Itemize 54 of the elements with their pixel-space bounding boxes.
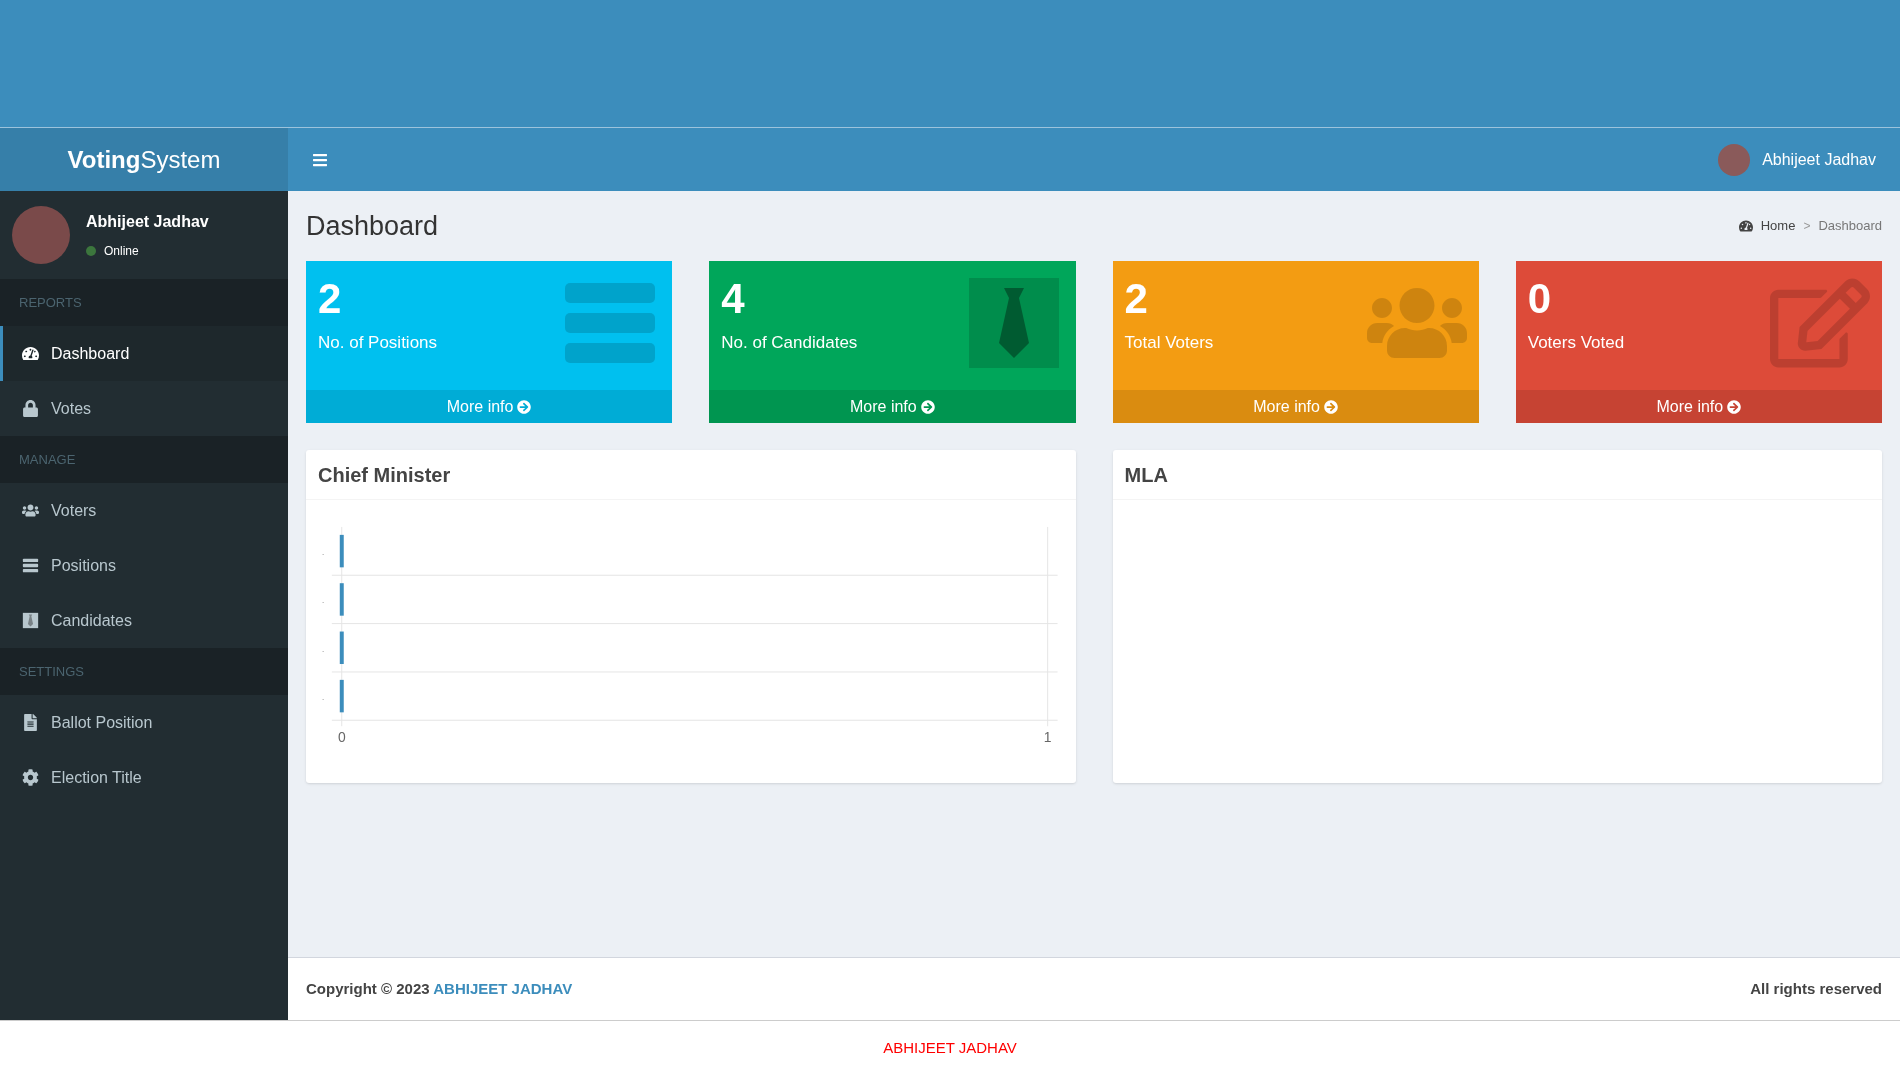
user-name: Abhijeet Jadhav	[86, 212, 209, 232]
stat-value: 0	[1527, 274, 1552, 324]
list-icon	[22, 557, 39, 574]
menu-icon	[312, 151, 328, 168]
section-header: MANAGE	[0, 436, 288, 483]
breadcrumb-home-link[interactable]: Home	[1738, 216, 1796, 236]
breadcrumb-separator: >	[1803, 218, 1811, 235]
category-label: .	[321, 693, 325, 703]
section-header: SETTINGS	[0, 648, 288, 695]
dashboard-icon	[1738, 219, 1753, 233]
panel-title: MLA	[1124, 462, 1168, 488]
bar	[339, 583, 344, 616]
sidebar-item[interactable]: Votes	[0, 381, 288, 436]
stat-value: 4	[721, 274, 745, 324]
users-icon	[22, 502, 39, 519]
stat-value: 2	[1124, 274, 1148, 324]
bar	[339, 631, 344, 664]
avatar	[1718, 143, 1751, 176]
sidebar-item[interactable]: Voters	[0, 483, 288, 538]
tick-label: 1	[1043, 729, 1052, 746]
more-info-link[interactable]: More info	[1515, 390, 1882, 423]
bar	[339, 534, 344, 568]
section-header: REPORTS	[0, 279, 288, 326]
stat-value: 2	[318, 274, 342, 324]
credit-text: ABHIJEET JADHAV	[883, 1038, 1017, 1058]
sidebar-item[interactable]: Positions	[0, 538, 288, 593]
more-info-link[interactable]: More info	[709, 390, 1076, 423]
status-label: Online	[86, 242, 209, 260]
category-label: .	[321, 644, 325, 654]
document-icon	[22, 714, 39, 731]
user-menu-button[interactable]: Abhijeet Jadhav	[1718, 143, 1884, 176]
breadcrumb-current: Dashboard	[1818, 217, 1882, 236]
settings-icon	[22, 769, 39, 786]
tie-icon	[22, 612, 39, 629]
sidebar-item[interactable]: Ballot Position	[0, 695, 288, 750]
page-title: Dashboard	[306, 209, 439, 243]
sidebar-item[interactable]: Election Title	[0, 750, 288, 805]
rights-text: All rights reserved	[1750, 978, 1882, 999]
author-link[interactable]: ABHIJEET JADHAV	[433, 979, 573, 997]
copyright-text: Copyright © 2023 ABHIJEET JADHAV	[306, 978, 573, 999]
sidebar-item[interactable]: Dashboard	[0, 326, 288, 381]
category-label: .	[321, 596, 325, 606]
stat-label: No. of Candidates	[721, 331, 858, 354]
stat-label: Total Voters	[1124, 331, 1214, 354]
stat-label: No. of Positions	[318, 331, 438, 354]
tick-label: 0	[337, 729, 346, 746]
panel-title: Chief Minister	[318, 462, 451, 488]
sidebar-item[interactable]: Candidates	[0, 593, 288, 648]
brand-logo[interactable]: VotingSystem	[0, 128, 288, 191]
lock-icon	[22, 400, 39, 417]
bar	[339, 679, 344, 713]
category-label: .	[321, 548, 325, 558]
stat-label: Voters Voted	[1527, 331, 1625, 354]
dashboard-icon	[22, 345, 39, 362]
